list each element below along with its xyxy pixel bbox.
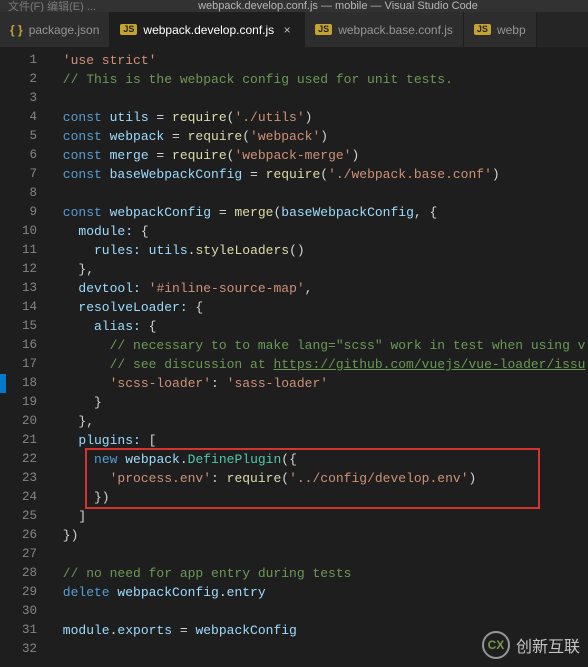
code-line[interactable]: 'use strict' [55,51,588,70]
code-line[interactable]: // This is the webpack config used for u… [55,70,588,89]
tab-label: webpack.develop.conf.js [143,23,274,37]
line-number[interactable]: 21 [0,431,37,450]
line-number[interactable]: 30 [0,602,37,621]
line-number[interactable]: 23 [0,469,37,488]
titlebar-menu-fragment: 文件(F) 编辑(E) ... [8,0,96,12]
editor-tab[interactable]: JS webpack.base.conf.js [305,12,464,47]
line-number[interactable]: 12 [0,260,37,279]
line-number[interactable]: 10 [0,222,37,241]
tab-label: package.json [29,23,100,37]
code-line[interactable]: const baseWebpackConfig = require('./web… [55,165,588,184]
line-number[interactable]: 15 [0,317,37,336]
line-number[interactable]: 19 [0,393,37,412]
code-line[interactable]: ] [55,507,588,526]
editor-tab-bar: { } package.json JS webpack.develop.conf.js… [0,12,588,47]
editor-area: 1234567891011121314151617181920212223242… [0,47,588,667]
gutter-decoration [0,374,6,393]
tab-label: webp [497,23,526,37]
code-line[interactable]: // necessary to to make lang="scss" work… [55,336,588,355]
js-file-icon: JS [315,24,332,35]
line-number[interactable]: 26 [0,526,37,545]
code-line[interactable]: rules: utils.styleLoaders() [55,241,588,260]
code-line[interactable]: delete webpackConfig.entry [55,583,588,602]
code-line[interactable]: module: { [55,222,588,241]
code-line[interactable]: }) [55,526,588,545]
code-line[interactable]: new webpack.DefinePlugin({ [55,450,588,469]
line-number[interactable]: 1 [0,51,37,70]
line-number[interactable]: 8 [0,184,37,203]
line-number[interactable]: 7 [0,165,37,184]
line-number[interactable]: 5 [0,127,37,146]
code-line[interactable]: const utils = require('./utils') [55,108,588,127]
line-number[interactable]: 2 [0,70,37,89]
code-content[interactable]: 'use strict' // This is the webpack conf… [55,47,588,667]
line-number[interactable]: 13 [0,279,37,298]
close-icon[interactable]: × [280,23,294,37]
line-number-gutter: 1234567891011121314151617181920212223242… [0,47,55,667]
line-number[interactable]: 25 [0,507,37,526]
line-number[interactable]: 9 [0,203,37,222]
js-file-icon: JS [120,24,137,35]
code-line[interactable]: } [55,393,588,412]
code-line[interactable]: plugins: [ [55,431,588,450]
line-number[interactable]: 31 [0,621,37,640]
editor-tab[interactable]: { } package.json [0,12,110,47]
line-number[interactable]: 28 [0,564,37,583]
code-line[interactable] [55,640,588,659]
line-number[interactable]: 29 [0,583,37,602]
code-line[interactable]: }, [55,412,588,431]
code-line[interactable]: // see discussion at https://github.com/… [55,355,588,374]
code-line[interactable]: alias: { [55,317,588,336]
js-file-icon: JS [474,24,491,35]
line-number[interactable]: 4 [0,108,37,127]
line-number[interactable]: 32 [0,640,37,659]
line-number[interactable]: 24 [0,488,37,507]
line-number[interactable]: 22 [0,450,37,469]
code-line[interactable]: }) [55,488,588,507]
code-line[interactable]: resolveLoader: { [55,298,588,317]
code-line[interactable] [55,545,588,564]
code-line[interactable]: const merge = require('webpack-merge') [55,146,588,165]
line-number[interactable]: 11 [0,241,37,260]
line-number[interactable]: 20 [0,412,37,431]
line-number[interactable]: 6 [0,146,37,165]
code-line[interactable]: devtool: '#inline-source-map', [55,279,588,298]
code-line[interactable]: 'scss-loader': 'sass-loader' [55,374,588,393]
editor-tab[interactable]: JS webp [464,12,537,47]
line-number[interactable]: 17 [0,355,37,374]
code-line[interactable]: module.exports = webpackConfig [55,621,588,640]
code-line[interactable]: const webpackConfig = merge(baseWebpackC… [55,203,588,222]
tab-label: webpack.base.conf.js [338,23,453,37]
code-line[interactable]: const webpack = require('webpack') [55,127,588,146]
code-line[interactable] [55,602,588,621]
code-line[interactable]: }, [55,260,588,279]
window-titlebar: 文件(F) 编辑(E) ... webpack.develop.conf.js … [0,0,588,12]
window-title: webpack.develop.conf.js — mobile — Visua… [96,0,580,12]
line-number[interactable]: 3 [0,89,37,108]
code-line[interactable] [55,184,588,203]
editor-tab[interactable]: JS webpack.develop.conf.js × [110,12,305,47]
code-line[interactable]: 'process.env': require('../config/develo… [55,469,588,488]
json-file-icon: { } [10,23,23,37]
line-number[interactable]: 27 [0,545,37,564]
line-number[interactable]: 14 [0,298,37,317]
line-number[interactable]: 16 [0,336,37,355]
code-line[interactable] [55,89,588,108]
code-line[interactable]: // no need for app entry during tests [55,564,588,583]
